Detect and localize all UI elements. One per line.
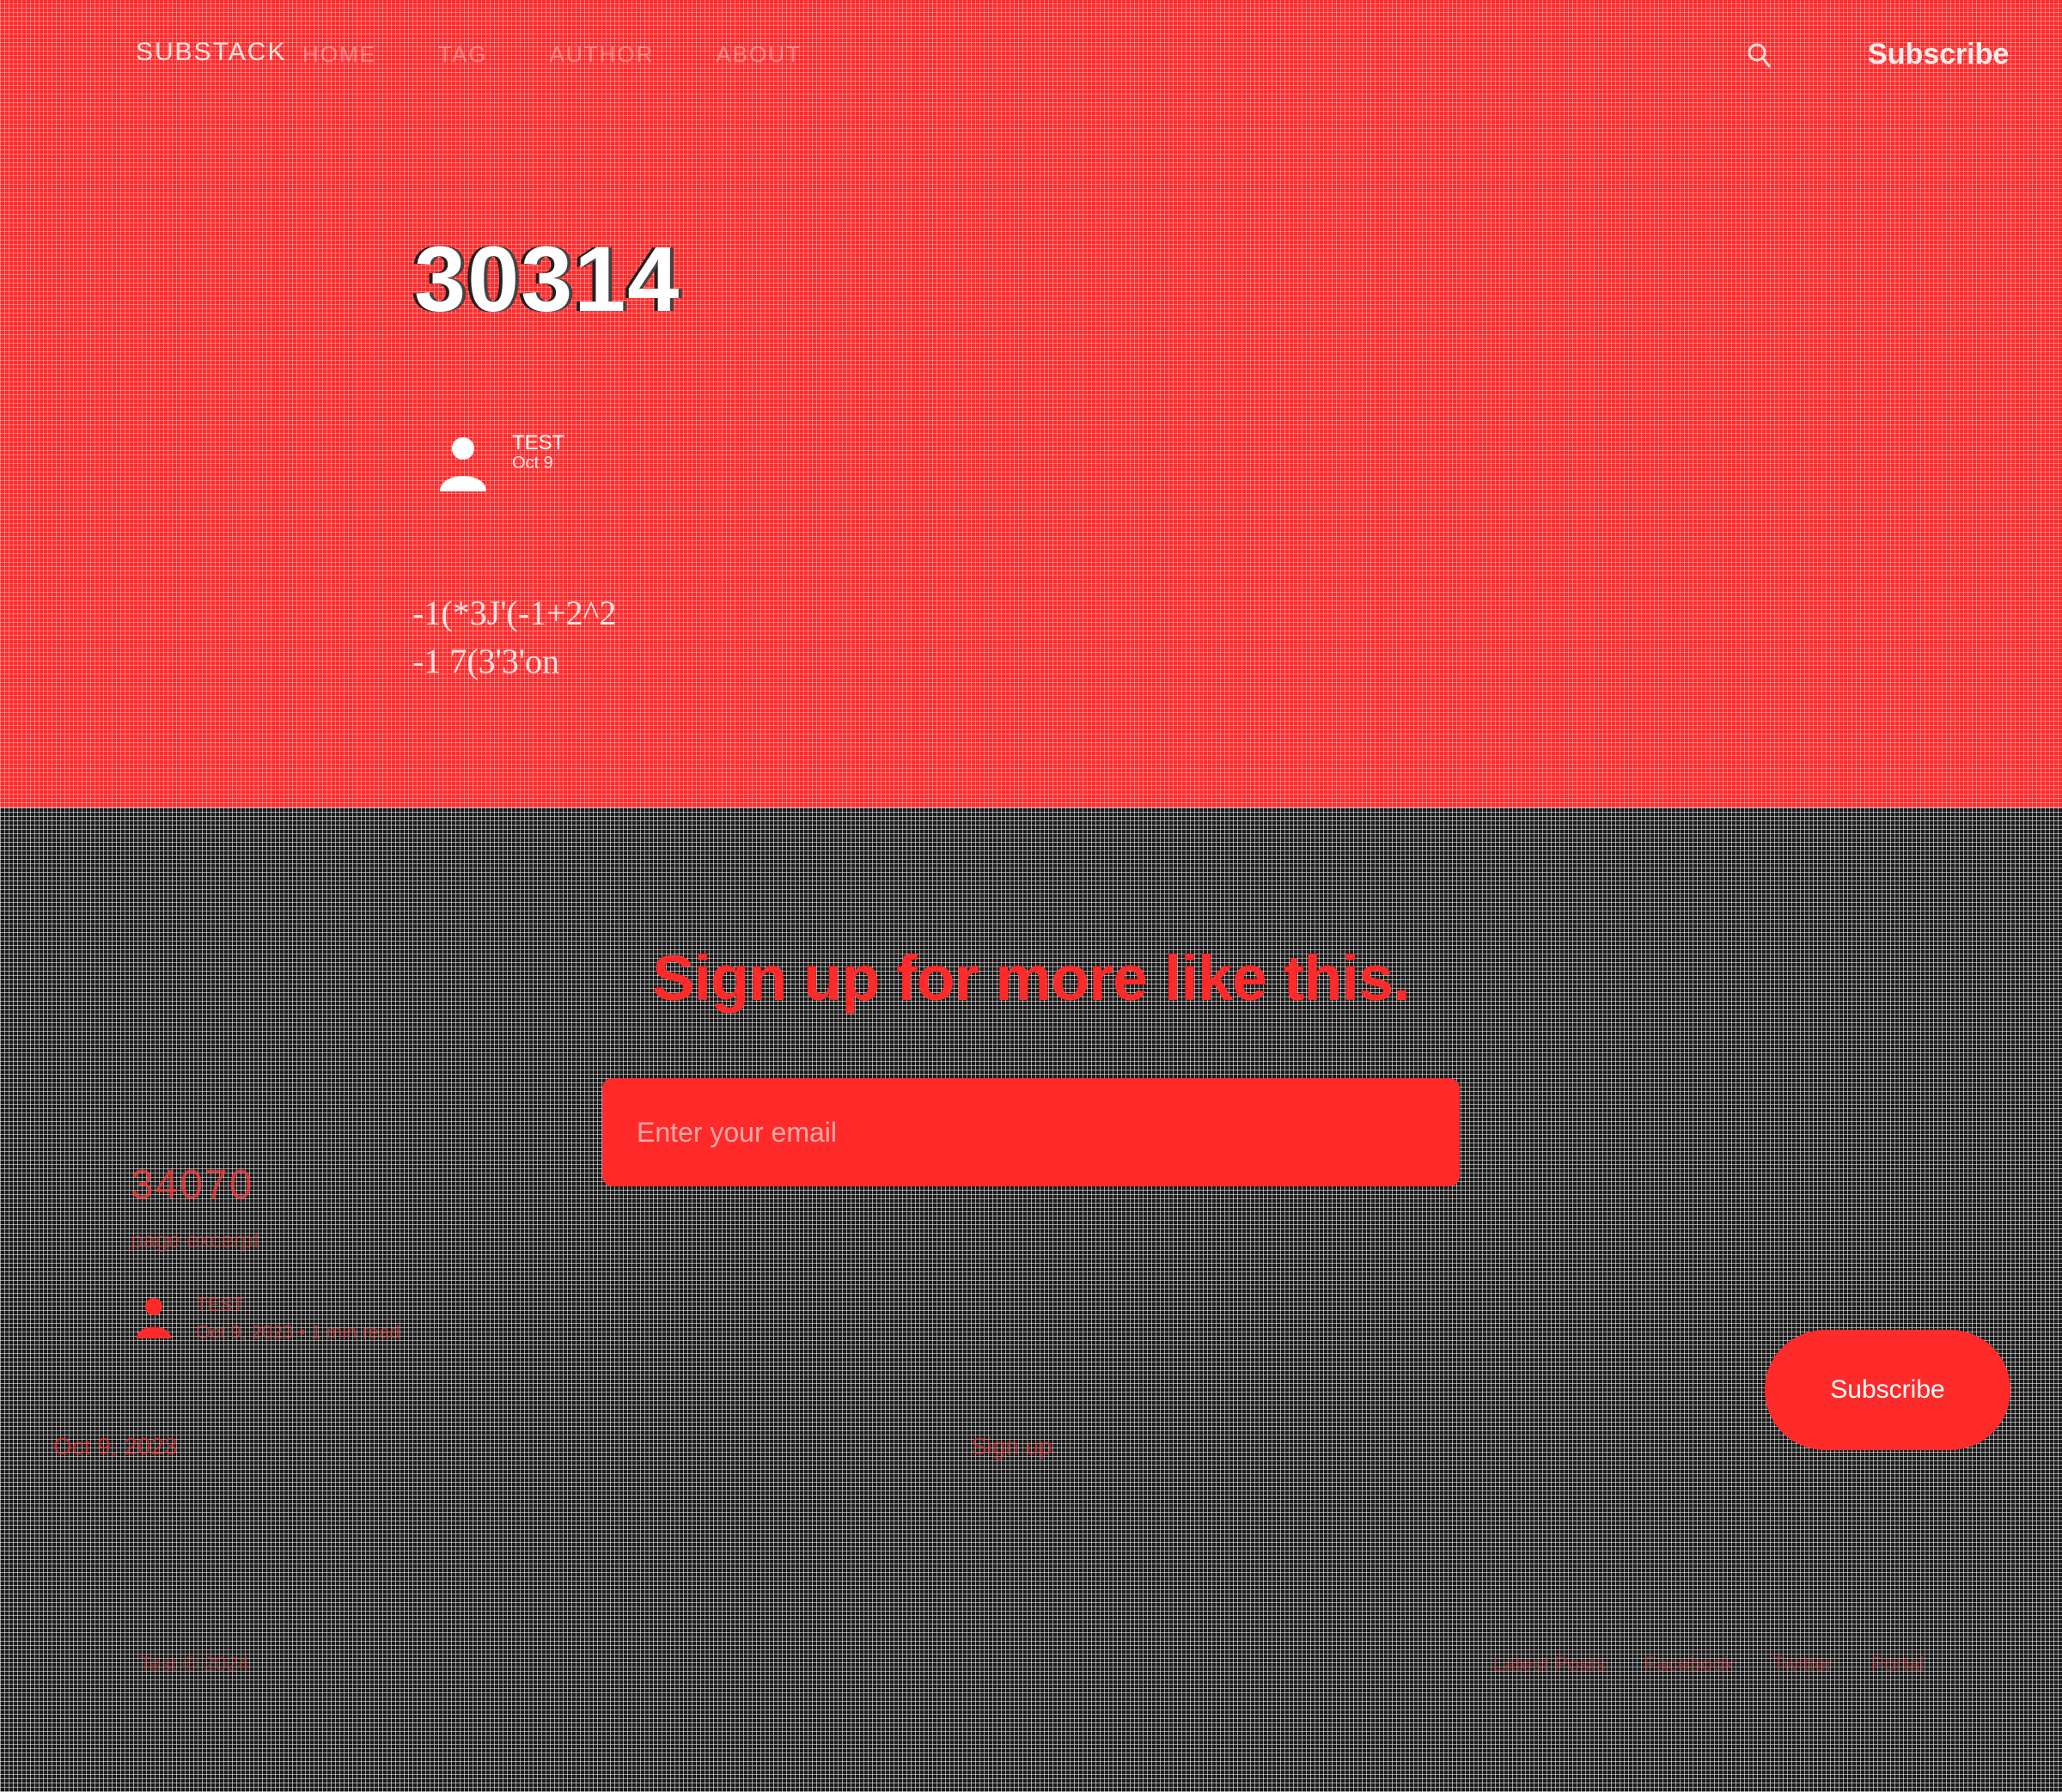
subscribe-button[interactable]: Subscribe (1868, 38, 2009, 71)
footer-link-portal[interactable]: Portal (1870, 1653, 1925, 1677)
post-body-line: -1 7(3'3'on (412, 642, 560, 680)
footer-links: Latest Posts Facebook Twitter Portal (1492, 1653, 1925, 1677)
nav-link-home[interactable]: HOME (302, 41, 376, 68)
post-title: 30314 (414, 227, 681, 331)
footer-link-twitter[interactable]: Twitter (1772, 1653, 1833, 1677)
nav-link-about[interactable]: ABOUT (716, 41, 802, 68)
site-brand[interactable]: SUBSTACK (136, 38, 286, 67)
related-post-reading-time: 1 min read (310, 1321, 400, 1343)
related-post-card[interactable]: 34070 page excerpt TEST Oct 9, 2023 • 1 … (131, 1161, 400, 1343)
previous-post-link[interactable]: Oct 9, 2023 (53, 1433, 178, 1460)
post-author-meta: TEST Oct 9 (512, 433, 564, 473)
footer-link-facebook[interactable]: Facebook (1644, 1653, 1734, 1677)
nav-link-author[interactable]: AUTHOR (550, 41, 655, 68)
post-author-name[interactable]: TEST (512, 433, 564, 454)
post-date: Oct 9 (512, 454, 553, 472)
related-post-title[interactable]: 34070 (131, 1161, 253, 1209)
post-body-line: -1(*3J'(-1+2^2 (412, 594, 617, 632)
email-field[interactable] (602, 1078, 1460, 1186)
user-avatar-icon (137, 1298, 171, 1338)
related-post-excerpt: page excerpt (131, 1227, 260, 1253)
signup-submit-button[interactable]: Subscribe (1765, 1330, 2010, 1450)
signup-heading: Sign up for more like this. (652, 942, 1411, 1014)
post-body: -1(*3J'(-1+2^2 -1 7(3'3'on (412, 589, 616, 686)
nav-links: HOME TAG AUTHOR ABOUT (302, 41, 802, 68)
search-icon[interactable] (1746, 41, 1772, 70)
related-post-date: Oct 9, 2023 (196, 1321, 294, 1343)
footer-copyright: Test © 2024 (139, 1653, 250, 1676)
related-post-author[interactable]: TEST (196, 1294, 244, 1316)
related-post-meta: Oct 9, 2023 • 1 min read (196, 1321, 400, 1343)
signup-link[interactable]: Sign up (971, 1433, 1052, 1460)
footer-link-latest-posts[interactable]: Latest Posts (1492, 1653, 1606, 1677)
nav-link-tag[interactable]: TAG (438, 41, 488, 68)
site-navigation: SUBSTACK HOME TAG AUTHOR ABOUT Subscribe (0, 38, 2062, 72)
user-avatar-icon[interactable] (436, 433, 490, 491)
post-hero: SUBSTACK HOME TAG AUTHOR ABOUT Subscribe… (0, 0, 2062, 808)
